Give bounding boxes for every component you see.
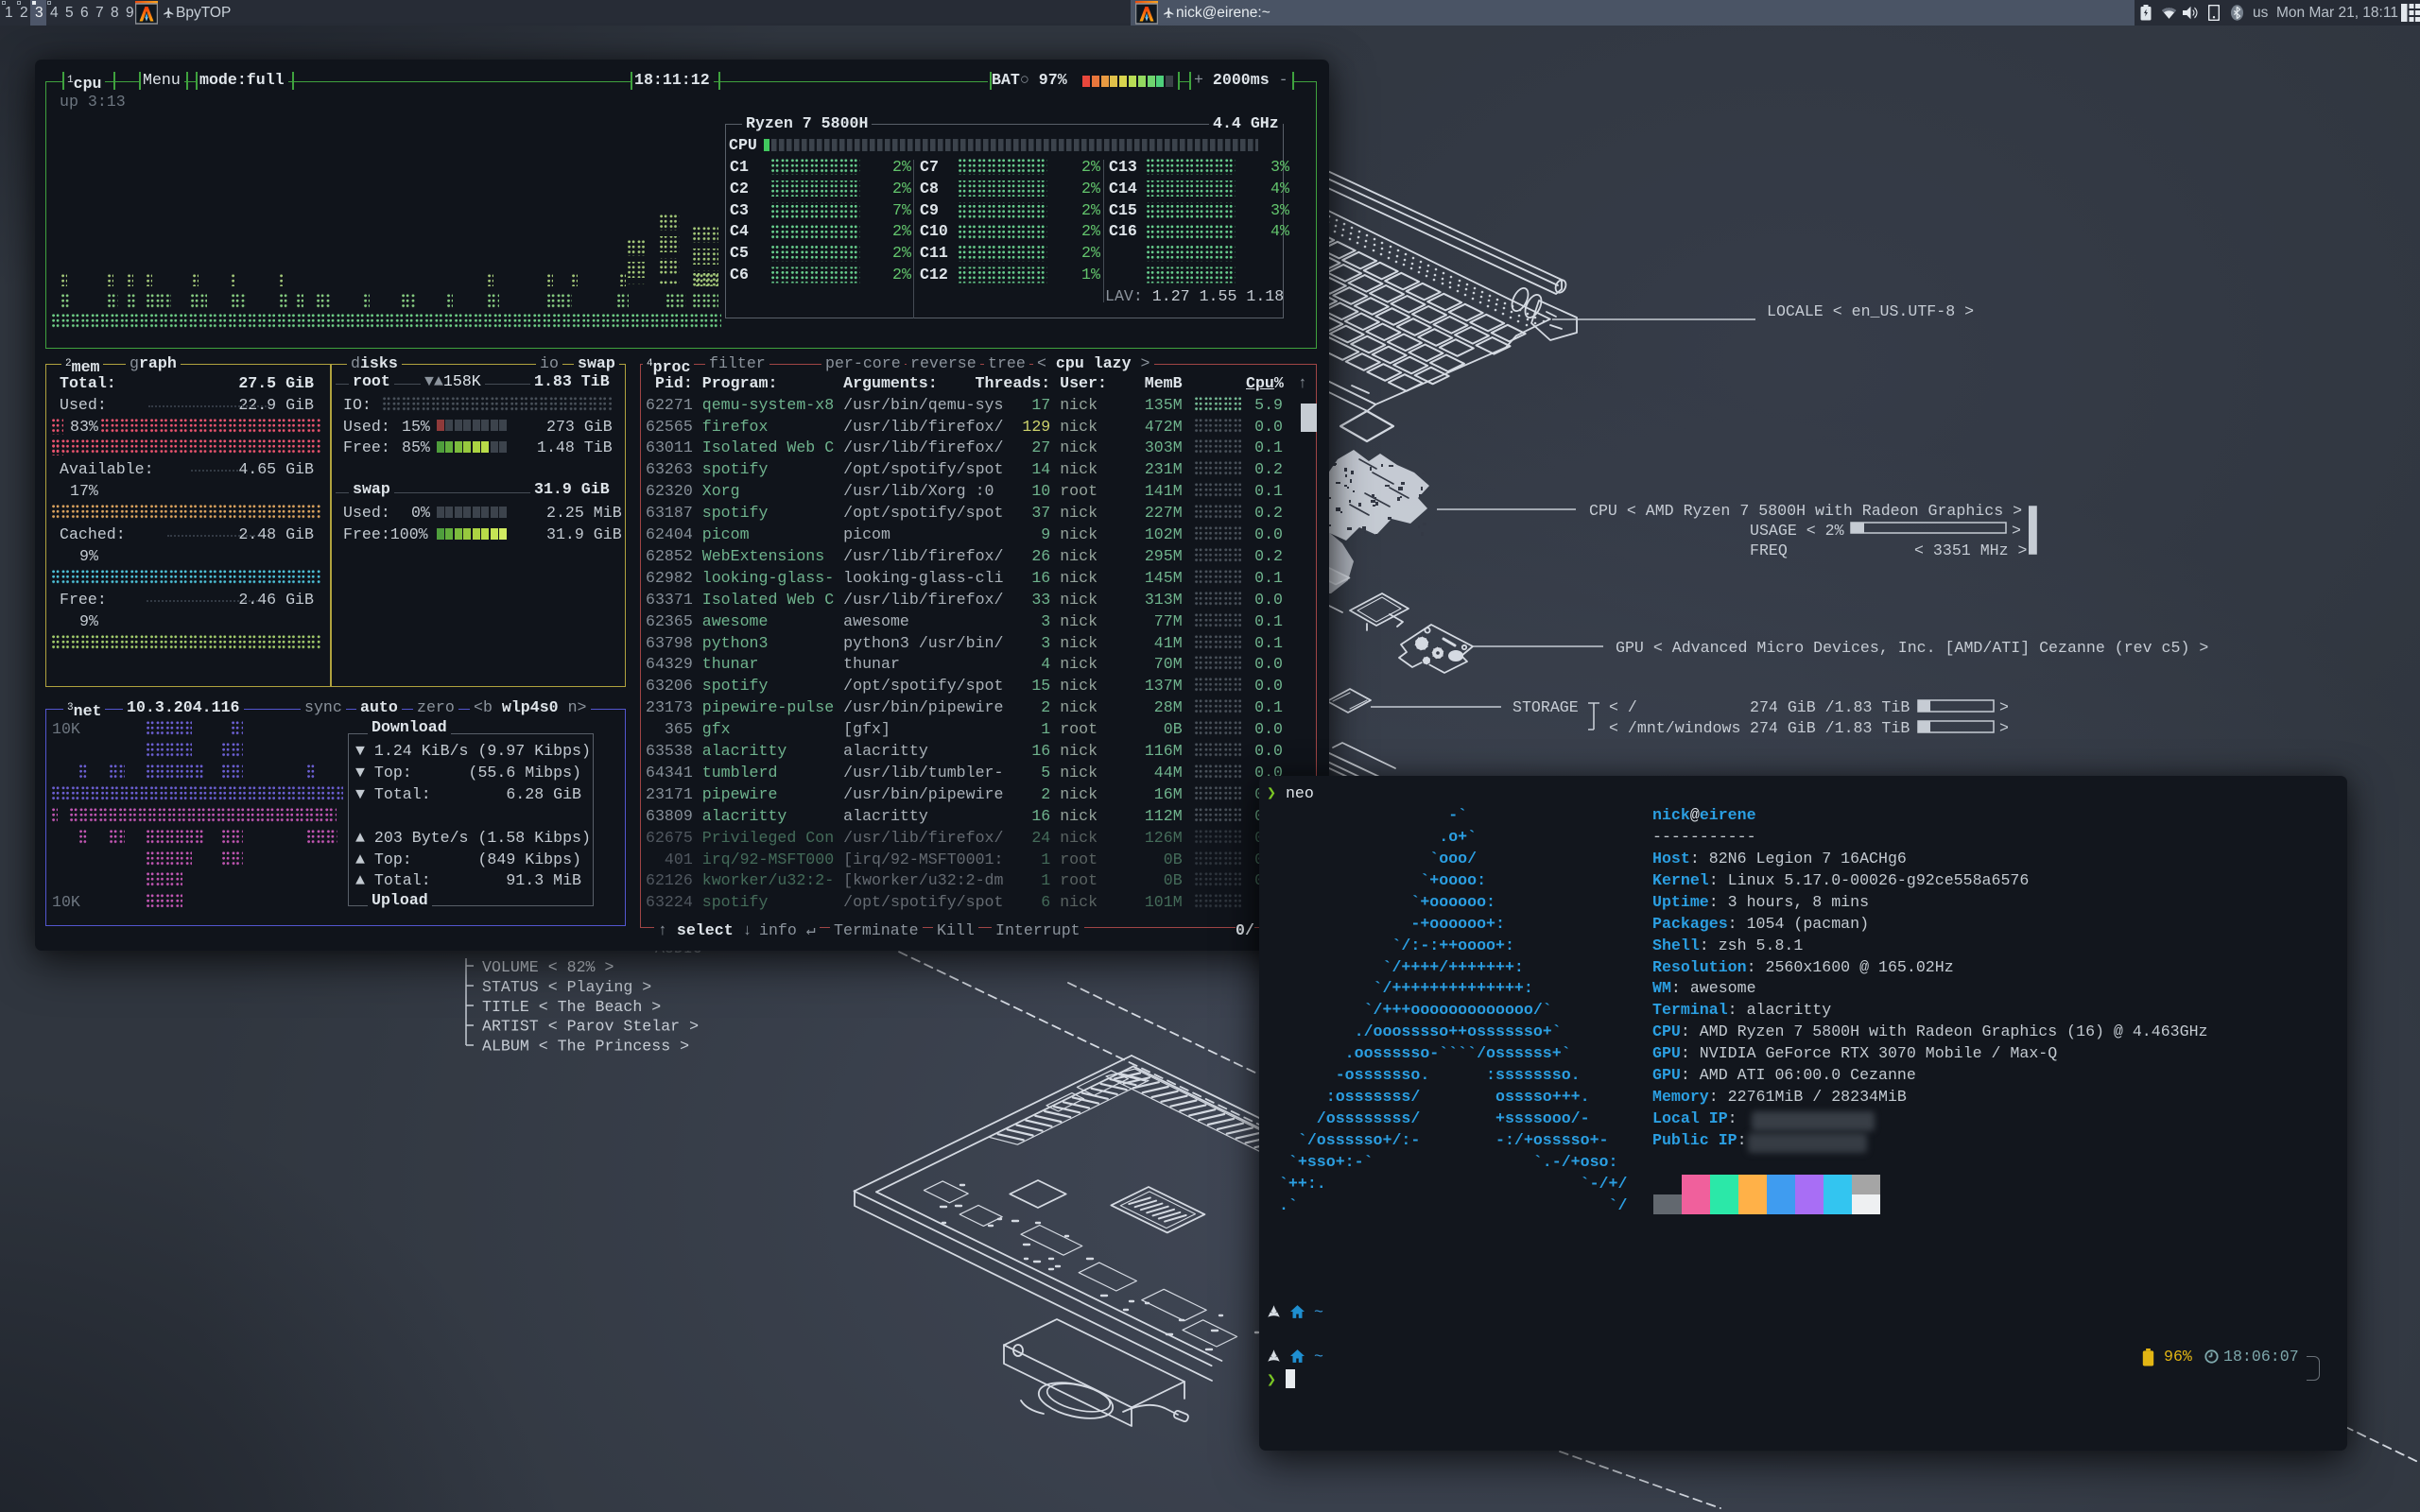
svg-text:< 3351 MHz >: < 3351 MHz > <box>1914 541 2028 559</box>
svg-text:TITLE < The Beach >: TITLE < The Beach > <box>482 998 661 1016</box>
svg-text:274 GiB /1.83 TiB: 274 GiB /1.83 TiB <box>1750 698 1910 716</box>
svg-text:STORAGE: STORAGE <box>1512 698 1579 716</box>
svg-text:>: > <box>1999 698 2009 716</box>
svg-text:LOCALE < en_US.UTF-8 >: LOCALE < en_US.UTF-8 > <box>1767 302 1974 320</box>
svg-text:VOLUME < 82% >: VOLUME < 82% > <box>482 958 614 976</box>
svg-text:274 GiB /1.83 TiB: 274 GiB /1.83 TiB <box>1750 719 1910 737</box>
svg-text:GPU < Advanced Micro Devices,: GPU < Advanced Micro Devices, Inc. [AMD/… <box>1616 639 2208 657</box>
svg-text:CPU < AMD Ryzen 7 5800H with R: CPU < AMD Ryzen 7 5800H with Radeon Grap… <box>1589 502 2022 520</box>
svg-text:STATUS < Playing >: STATUS < Playing > <box>482 978 651 996</box>
svg-text:ARTIST < Parov Stelar >: ARTIST < Parov Stelar > <box>482 1018 699 1036</box>
svg-text:>: > <box>2012 522 2021 540</box>
svg-text:< /: < / <box>1609 698 1637 716</box>
svg-text:>: > <box>1999 719 2009 737</box>
svg-text:< /mnt/windows: < /mnt/windows <box>1609 719 1740 737</box>
svg-text:FREQ: FREQ <box>1750 541 1788 559</box>
svg-text:ALBUM < The Princess >: ALBUM < The Princess > <box>482 1038 689 1056</box>
svg-text:USAGE < 2%: USAGE < 2% <box>1750 522 1844 540</box>
